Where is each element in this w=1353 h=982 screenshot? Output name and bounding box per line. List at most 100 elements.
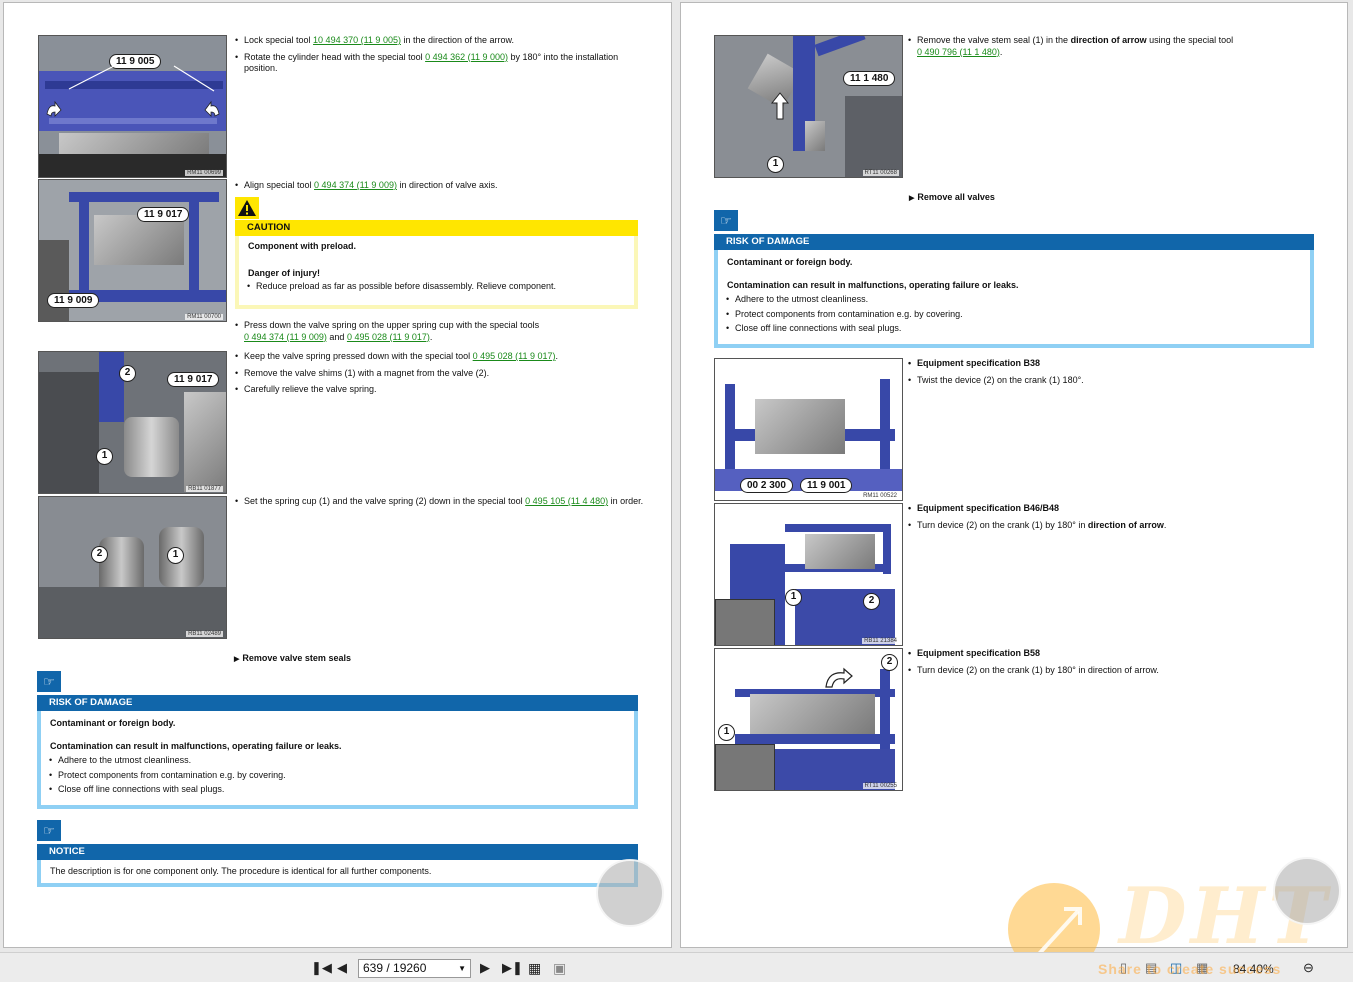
caution-line: Danger of injury!: [248, 267, 321, 278]
figure-code: RM11 00699: [185, 170, 223, 176]
risk-line: Contamination can result in malfunctions…: [50, 740, 342, 751]
figure-code: RB11 01877: [186, 486, 223, 492]
callout-label: 11 9 017: [167, 372, 220, 387]
tool-link[interactable]: 0 494 374 (11 9 009): [244, 332, 327, 342]
instruction-bullet: Rotate the cylinder head with the specia…: [234, 52, 644, 75]
page-number-input[interactable]: 639 / 19260 ▼: [358, 959, 471, 978]
tool-link[interactable]: 0 495 105 (11 4 480): [525, 496, 608, 506]
caution-bullet: Reduce preload as far as possible before…: [247, 280, 625, 294]
last-page-button[interactable]: ▶❚: [502, 961, 523, 975]
callout-label: 11 9 001: [800, 478, 853, 493]
callout-label: 11 1 480: [843, 71, 896, 86]
figure-code: RT11 00255: [862, 783, 899, 789]
caution-box: CAUTION Component with preload. Danger o…: [235, 197, 638, 309]
watermark-tagline: Share to create success: [1098, 961, 1282, 977]
number-marker: 2: [91, 546, 108, 563]
number-marker: 1: [167, 547, 184, 564]
instruction-bullet: Remove the valve stem seal (1) in the di…: [907, 35, 1317, 58]
callout-label: 11 9 009: [47, 293, 100, 308]
notice-title: NOTICE: [37, 844, 638, 860]
fit-page-icon[interactable]: ▦: [528, 961, 541, 975]
risk-line: Contamination can result in malfunctions…: [727, 279, 1019, 290]
figure-valve-axis: 11 9 017 11 9 009 RM11 00700: [38, 179, 227, 322]
risk-of-damage-box: ☞ RISK OF DAMAGE Contaminant or foreign …: [714, 210, 1314, 348]
first-page-button[interactable]: ❚◀: [311, 961, 332, 975]
next-page-button[interactable]: ▶: [480, 961, 490, 975]
risk-title: RISK OF DAMAGE: [37, 695, 638, 711]
figure-code: RB11 21384: [862, 638, 899, 644]
risk-bullet: Close off line connections with seal plu…: [726, 321, 1301, 336]
hand-pointer-icon: ☞: [714, 210, 738, 231]
instruction-block: Press down the valve spring on the upper…: [234, 320, 644, 348]
risk-bullet: Protect components from contamination e.…: [726, 307, 1301, 322]
figure-b58-device: 1 2 RT11 00255: [714, 648, 903, 791]
step-heading: ▶ Remove valve stem seals: [234, 653, 351, 663]
tool-link[interactable]: 0 494 374 (11 9 009): [314, 180, 397, 190]
arrow-icon: [46, 65, 220, 117]
zoom-out-icon[interactable]: ⊖: [1303, 961, 1314, 975]
tool-link[interactable]: 0 490 796 (11 1 480): [917, 47, 1000, 57]
figure-code: RT11 00268: [862, 170, 899, 176]
figure-code: RM11 00700: [185, 314, 223, 320]
risk-of-damage-box: ☞ RISK OF DAMAGE Contaminant or foreign …: [37, 671, 638, 809]
rotate-arrow-icon: [825, 667, 853, 688]
instruction-bullet: Lock special tool 10 494 370 (11 9 005) …: [234, 35, 644, 47]
spec-bullet: Twist the device (2) on the crank (1) 18…: [907, 375, 1317, 387]
previous-page-button[interactable]: ◀: [337, 961, 347, 975]
document-page-left: 11 9 005 RM11 00699 11 9 017 11 9 009 RM…: [3, 2, 672, 948]
tool-link[interactable]: 0 495 028 (11 9 017): [347, 332, 430, 342]
chevron-down-icon[interactable]: ▼: [458, 960, 466, 977]
callout-label: 00 2 300: [740, 478, 793, 493]
risk-bullet: Adhere to the utmost cleanliness.: [49, 753, 625, 768]
instruction-bullet: Press down the valve spring on the upper…: [234, 320, 644, 343]
callout-label: 11 9 017: [137, 207, 190, 222]
scroll-up-button[interactable]: [596, 859, 664, 927]
figure-b38-device: 00 2 300 11 9 001 RM11 00522: [714, 358, 903, 501]
instruction-bullet: Keep the valve spring pressed down with …: [234, 351, 644, 363]
document-page-right: 11 1 480 1 RT11 00268 Remove the valve s…: [680, 2, 1348, 975]
warning-icon: [235, 197, 259, 219]
figure-spring-cup: 2 1 RB11 02489: [38, 496, 227, 639]
caution-title: CAUTION: [235, 220, 638, 236]
spec-title: Equipment specification B58: [907, 648, 1317, 660]
instruction-bullet: Carefully relieve the valve spring.: [234, 384, 644, 396]
risk-line: Contaminant or foreign body.: [727, 257, 853, 267]
spec-bullet: Turn device (2) on the crank (1) by 180°…: [907, 665, 1317, 677]
instruction-block: Align special tool 0 494 374 (11 9 009) …: [234, 180, 644, 197]
notice-text: The description is for one component onl…: [50, 866, 432, 876]
number-marker: 1: [718, 724, 735, 741]
triangle-right-icon: ▶: [234, 656, 240, 663]
page-number-value: 639 / 19260: [363, 961, 427, 975]
hand-pointer-icon: ☞: [37, 820, 61, 841]
tool-link[interactable]: 0 495 028 (11 9 017): [473, 351, 556, 361]
number-marker: 1: [767, 156, 784, 173]
spec-block: Equipment specification B46/B48 Turn dev…: [907, 503, 1317, 536]
instruction-block: Keep the valve spring pressed down with …: [234, 351, 644, 401]
figure-tool-lock: 11 9 005 RM11 00699: [38, 35, 227, 178]
risk-bullet: Protect components from contamination e.…: [49, 768, 625, 783]
figure-code: RM11 00522: [861, 493, 899, 499]
viewer-toolbar: ❚◀ ◀ 639 / 19260 ▼ ▶ ▶❚ ▦ ▣ ▯ ▤ ◫ ▦ 84.4…: [0, 952, 1353, 982]
tool-link[interactable]: 10 494 370 (11 9 005): [313, 35, 401, 45]
instruction-block: Set the spring cup (1) and the valve spr…: [234, 496, 644, 513]
spec-block: Equipment specification B38 Twist the de…: [907, 358, 1317, 391]
figure-code: RB11 02489: [186, 631, 223, 637]
triangle-right-icon: ▶: [909, 195, 915, 202]
tool-link[interactable]: 0 494 362 (11 9 000): [425, 52, 508, 62]
scroll-up-button[interactable]: [1273, 857, 1341, 925]
fit-width-icon[interactable]: ▣: [553, 961, 566, 975]
spec-title: Equipment specification B38: [907, 358, 1317, 370]
risk-title: RISK OF DAMAGE: [714, 234, 1314, 250]
instruction-bullet: Align special tool 0 494 374 (11 9 009) …: [234, 180, 644, 192]
risk-bullet: Close off line connections with seal plu…: [49, 782, 625, 797]
hand-pointer-icon: ☞: [37, 671, 61, 692]
number-marker: 1: [96, 448, 113, 465]
risk-bullet: Adhere to the utmost cleanliness.: [726, 292, 1301, 307]
spec-title: Equipment specification B46/B48: [907, 503, 1317, 515]
instruction-bullet: Set the spring cup (1) and the valve spr…: [234, 496, 644, 508]
instruction-block: Lock special tool 10 494 370 (11 9 005) …: [234, 35, 644, 80]
instruction-bullet: Remove the valve shims (1) with a magnet…: [234, 368, 644, 380]
figure-valve-spring: 11 9 017 2 1 RB11 01877: [38, 351, 227, 494]
figure-b46-device: 1 2 RB11 21384: [714, 503, 903, 646]
figure-stem-seal: 11 1 480 1 RT11 00268: [714, 35, 903, 178]
